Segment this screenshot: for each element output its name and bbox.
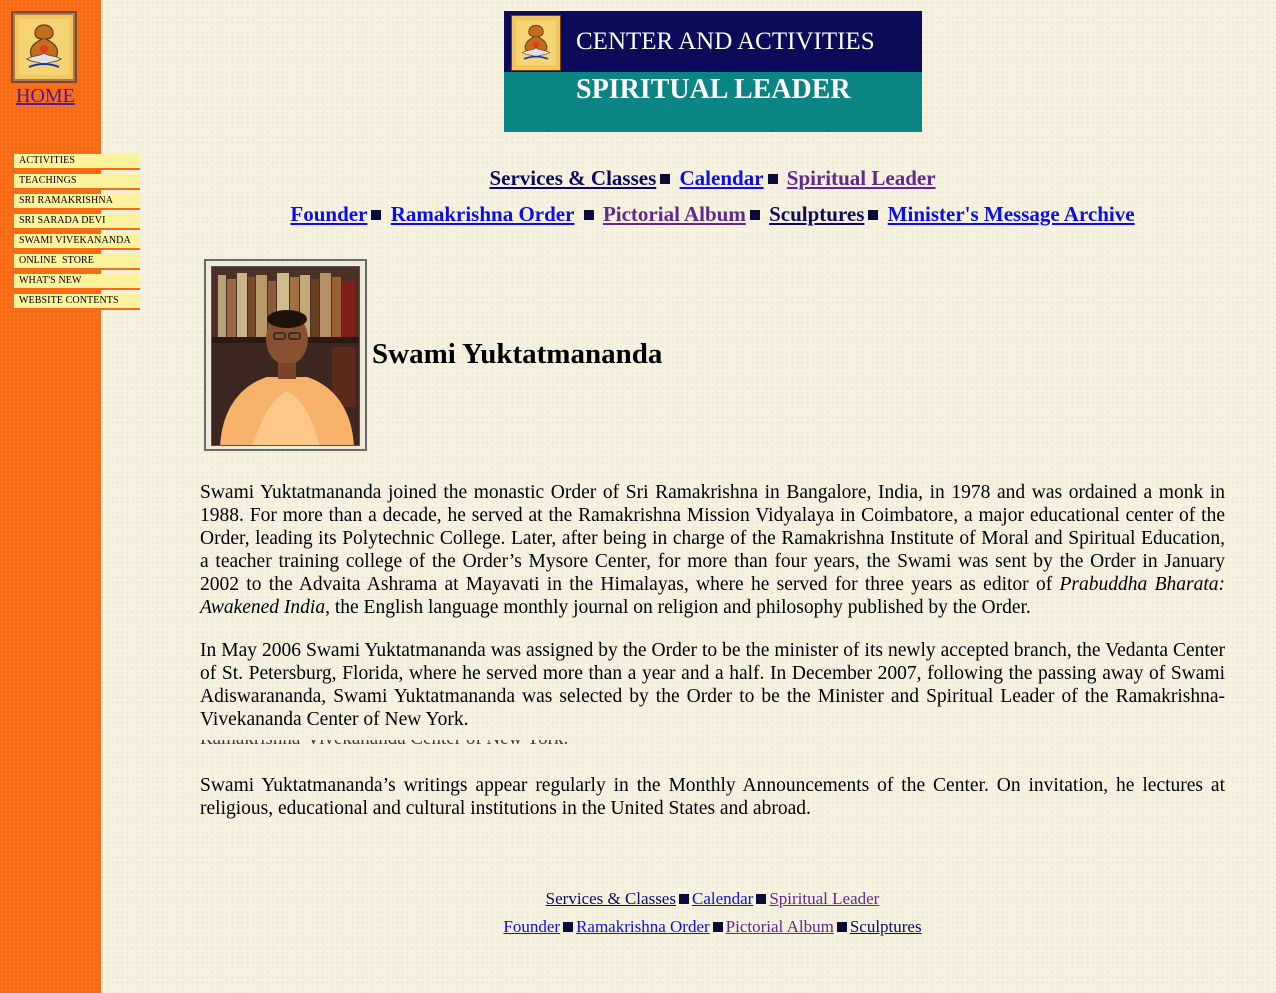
bio-paragraph-1: Swami Yuktatmananda joined the monastic … bbox=[200, 481, 1225, 619]
nav-calendar[interactable]: Calendar bbox=[680, 166, 764, 190]
swami-photo bbox=[211, 266, 360, 446]
sidebar-item-whats-new[interactable]: WHAT'S NEW bbox=[14, 274, 140, 290]
square-separator-icon bbox=[678, 894, 689, 905]
nav-ramakrishna-order[interactable]: Ramakrishna Order bbox=[391, 202, 575, 226]
bio-paragraph-3: Swami Yuktatmananda’s writings appear re… bbox=[200, 775, 1225, 819]
sidebar-item-sri-ramakrishna[interactable]: SRI RAMAKRISHNA bbox=[14, 194, 140, 210]
nav-founder[interactable]: Founder bbox=[290, 202, 367, 226]
emblem-logo-icon bbox=[516, 20, 556, 66]
sidebar-item-teachings[interactable]: TEACHINGS bbox=[14, 174, 140, 190]
square-separator-icon bbox=[749, 210, 760, 221]
swami-photo-frame bbox=[204, 259, 367, 451]
top-nav-row-2: Founder Ramakrishna Order Pictorial Albu… bbox=[200, 202, 1225, 227]
swami-portrait-image bbox=[212, 267, 359, 445]
emblem-logo-icon bbox=[19, 19, 69, 75]
nav-sculptures[interactable]: Sculptures bbox=[769, 202, 864, 226]
swami-name-heading: Swami Yuktatmananda bbox=[372, 338, 663, 370]
sidebar-item-sri-sarada-devi[interactable]: SRI SARADA DEVI bbox=[14, 214, 140, 230]
nav-spiritual-leader[interactable]: Spiritual Leader bbox=[787, 166, 936, 190]
banner-subtitle: SPIRITUAL LEADER bbox=[576, 74, 851, 105]
footer-nav-row-1: Services & Classes Calendar Spiritual Lead… bbox=[200, 889, 1225, 909]
square-separator-icon bbox=[583, 210, 594, 221]
left-sidebar: HOME ACTIVITIES TEACHINGS SRI RAMAKRISHN… bbox=[0, 0, 140, 993]
square-separator-icon bbox=[660, 174, 671, 185]
clipped-text-remnant: Ramakrishna-Vivekananda Center of New Yo… bbox=[200, 740, 590, 749]
footer-services-classes[interactable]: Services & Classes bbox=[546, 889, 676, 908]
top-nav-row-1: Services & Classes Calendar Spiritual Le… bbox=[200, 166, 1225, 191]
banner-emblem-icon bbox=[511, 15, 561, 71]
nav-pictorial-album[interactable]: Pictorial Album bbox=[603, 202, 746, 226]
footer-founder[interactable]: Founder bbox=[503, 917, 560, 936]
home-link[interactable]: HOME bbox=[16, 85, 75, 108]
banner-title: CENTER AND ACTIVITIES bbox=[576, 28, 875, 55]
square-separator-icon bbox=[371, 210, 382, 221]
sidebar-item-website-contents[interactable]: WEBSITE CONTENTS bbox=[14, 294, 140, 310]
emblem-logo-icon[interactable] bbox=[11, 11, 77, 83]
sidebar-item-activities[interactable]: ACTIVITIES bbox=[14, 154, 140, 170]
square-separator-icon bbox=[563, 922, 574, 933]
footer-ramakrishna-order[interactable]: Ramakrishna Order bbox=[576, 917, 710, 936]
square-separator-icon bbox=[767, 174, 778, 185]
footer-pictorial-album[interactable]: Pictorial Album bbox=[726, 917, 834, 936]
bio-paragraph-2: In May 2006 Swami Yuktatmananda was assi… bbox=[200, 640, 1225, 730]
square-separator-icon bbox=[836, 922, 847, 933]
footer-nav-row-2: Founder Ramakrishna Order Pictorial Album S… bbox=[200, 917, 1225, 937]
clipped-text-remnant-text: Ramakrishna-Vivekananda Center of New Yo… bbox=[200, 740, 568, 749]
footer-spiritual-leader[interactable]: Spiritual Leader bbox=[769, 889, 879, 908]
sidebar-item-online-store[interactable]: ONLINE STORE bbox=[14, 254, 140, 270]
nav-services-classes[interactable]: Services & Classes bbox=[489, 166, 656, 190]
footer-sculptures[interactable]: Sculptures bbox=[850, 917, 922, 936]
square-separator-icon bbox=[868, 210, 879, 221]
nav-ministers-message-archive[interactable]: Minister's Message Archive bbox=[888, 202, 1135, 226]
square-separator-icon bbox=[712, 922, 723, 933]
sidebar-menu: ACTIVITIES TEACHINGS SRI RAMAKRISHNA SRI… bbox=[14, 154, 140, 314]
bio-paragraph-1-text-b: , the English language monthly journal o… bbox=[325, 597, 1031, 618]
sidebar-item-swami-vivekananda[interactable]: SWAMI VIVEKANANDA bbox=[14, 234, 140, 250]
footer-calendar[interactable]: Calendar bbox=[692, 889, 753, 908]
page-banner: CENTER AND ACTIVITIES SPIRITUAL LEADER bbox=[504, 11, 922, 132]
square-separator-icon bbox=[756, 894, 767, 905]
